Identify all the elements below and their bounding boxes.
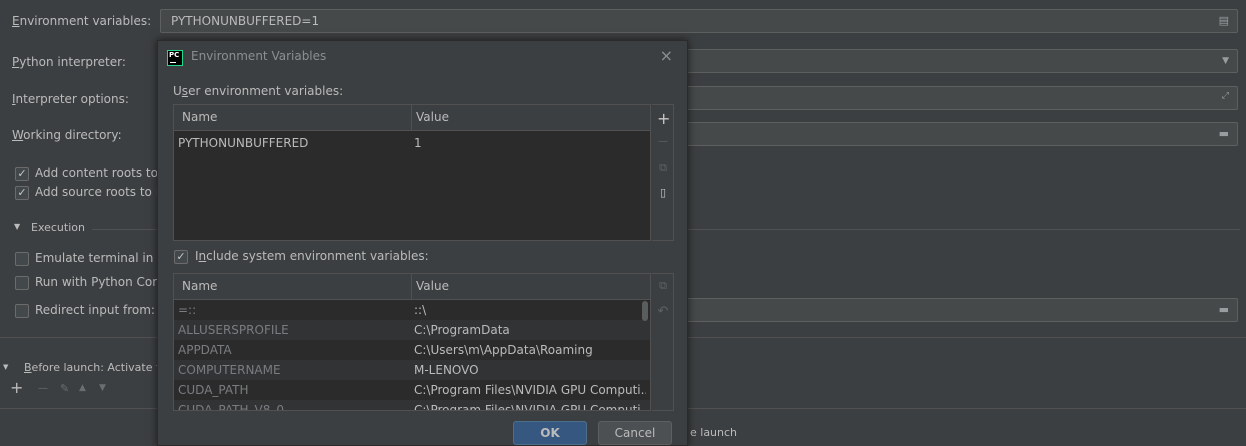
include-system-vars-label: Include system environment variables: (195, 249, 429, 263)
table-row[interactable]: COMPUTERNAME M-LENOVO (174, 360, 650, 380)
dialog-titlebar: PC Environment Variables × (158, 41, 687, 73)
table-row[interactable]: PYTHONUNBUFFERED 1 (174, 133, 650, 153)
include-system-vars-checkbox[interactable]: ✓ (174, 250, 188, 264)
folder-icon[interactable]: ▬ (1219, 303, 1229, 316)
value-column-header[interactable]: Value (416, 110, 449, 124)
system-table-toolbar: ⧉ ↶ (652, 273, 674, 411)
add-content-roots-label: Add content roots to P (35, 166, 170, 180)
before-launch-label: Before launch: Activate to (24, 361, 168, 374)
table-row[interactable]: =:: ::\ (174, 300, 650, 320)
redirect-input-label: Redirect input from: (35, 303, 155, 317)
table-header: Name Value (174, 105, 650, 131)
table-row[interactable]: APPDATA C:\Users\m\AppData\Roaming (174, 340, 650, 360)
move-up-icon[interactable]: ▲ (79, 383, 86, 393)
add-task-icon[interactable]: + (10, 378, 23, 397)
table-header: Name Value (174, 274, 650, 300)
remove-icon[interactable]: — (657, 136, 669, 147)
execution-expand-icon[interactable]: ▼ (14, 222, 20, 231)
add-content-roots-checkbox[interactable]: ✓ (15, 167, 29, 181)
dialog-title: Environment Variables (191, 49, 327, 63)
move-down-icon[interactable]: ▼ (99, 383, 106, 393)
run-python-console-checkbox[interactable] (15, 276, 29, 290)
before-launch-option-label: e launch (690, 426, 738, 439)
run-python-console-label: Run with Python Conso (35, 275, 174, 289)
python-interpreter-label: Python interpreter: (12, 55, 126, 69)
redirect-input-checkbox[interactable] (15, 304, 29, 318)
env-vars-value: PYTHONUNBUFFERED=1 (171, 14, 320, 28)
close-icon[interactable]: × (660, 46, 673, 65)
revert-icon[interactable]: ↶ (657, 304, 669, 319)
env-vars-field[interactable]: PYTHONUNBUFFERED=1 ▤ (160, 9, 1238, 33)
ok-button[interactable]: OK (513, 421, 587, 445)
edit-task-icon[interactable]: ✎ (60, 382, 69, 395)
env-vars-label: Environment variables: (12, 14, 152, 28)
cancel-button[interactable]: Cancel (598, 421, 672, 445)
folder-icon[interactable]: ▬ (1219, 127, 1229, 140)
user-table-toolbar: + — ⧉ ▯ (652, 104, 674, 241)
value-column-header[interactable]: Value (416, 279, 449, 293)
add-source-roots-label: Add source roots to PY (35, 185, 170, 199)
table-row[interactable]: ALLUSERSPROFILE C:\ProgramData (174, 320, 650, 340)
name-column-header[interactable]: Name (182, 110, 217, 124)
environment-variables-dialog: PC Environment Variables × User environm… (157, 40, 688, 446)
before-launch-expand-icon[interactable]: ▼ (3, 363, 8, 371)
emulate-terminal-checkbox[interactable] (15, 252, 29, 266)
table-row[interactable]: CUDA_PATH C:\Program Files\NVIDIA GPU Co… (174, 380, 650, 400)
copy-icon[interactable]: ⧉ (657, 279, 669, 293)
browse-icon[interactable]: ▤ (1219, 14, 1229, 27)
remove-task-icon[interactable]: — (38, 383, 48, 394)
working-directory-label: Working directory: (12, 128, 122, 142)
interpreter-options-label: Interpreter options: (12, 92, 129, 106)
copy-icon[interactable]: ⧉ (657, 161, 669, 175)
dropdown-arrow-icon[interactable]: ▼ (1222, 56, 1229, 66)
user-env-vars-table[interactable]: Name Value PYTHONUNBUFFERED 1 (173, 104, 651, 241)
add-source-roots-checkbox[interactable]: ✓ (15, 186, 29, 200)
system-env-vars-table[interactable]: Name Value =:: ::\ ALLUSERSPROFILE C:\Pr… (173, 273, 651, 411)
emulate-terminal-label: Emulate terminal in ou (35, 251, 173, 265)
paste-icon[interactable]: ▯ (657, 186, 669, 199)
name-column-header[interactable]: Name (182, 279, 217, 293)
pycharm-logo-icon: PC (167, 50, 183, 66)
user-env-vars-label: User environment variables: (173, 84, 344, 98)
expand-icon[interactable]: ⤢ (1222, 91, 1229, 101)
execution-section-header[interactable]: Execution (31, 221, 85, 234)
add-icon[interactable]: + (657, 109, 670, 128)
table-row[interactable]: CUDA_PATH_V8_0 C:\Program Files\NVIDIA G… (174, 400, 650, 410)
scrollbar-thumb[interactable] (642, 301, 648, 321)
